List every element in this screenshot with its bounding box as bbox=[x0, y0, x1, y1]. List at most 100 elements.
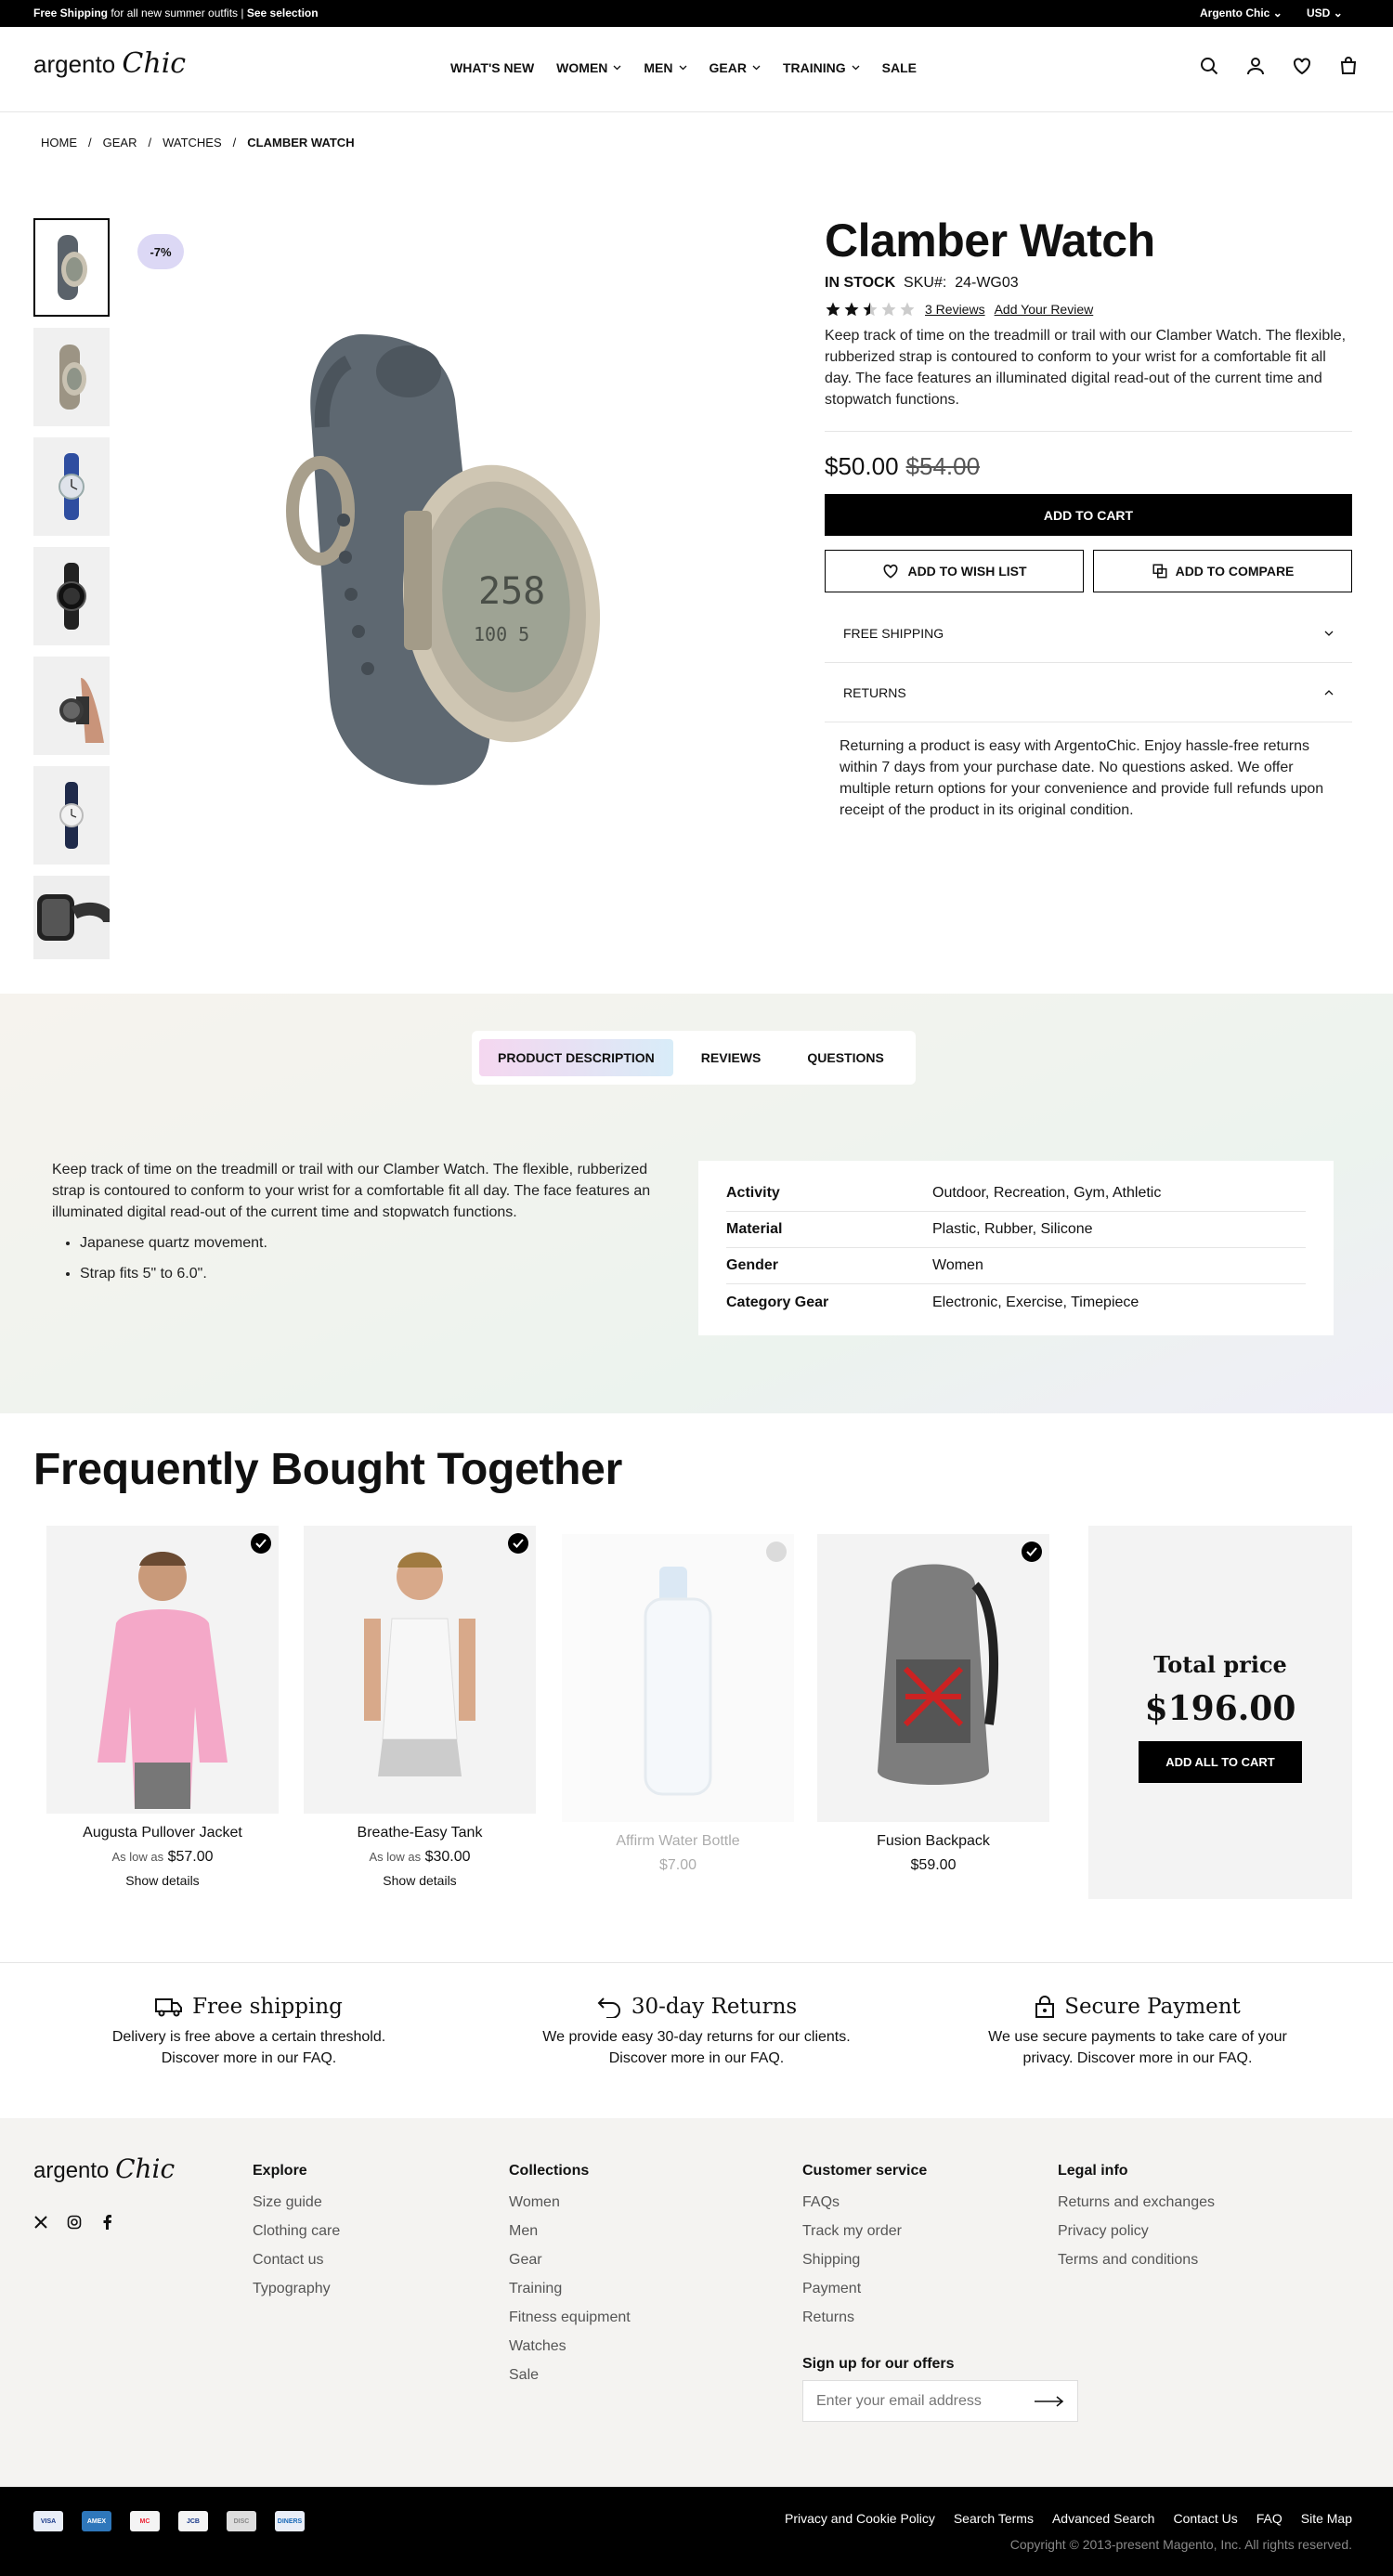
bottom-link[interactable]: Privacy and Cookie Policy bbox=[785, 2511, 935, 2526]
facebook-icon[interactable] bbox=[100, 2215, 115, 2230]
select-checkbox[interactable] bbox=[251, 1533, 271, 1554]
footer-link[interactable]: Women bbox=[509, 2188, 631, 2217]
thumbnail[interactable] bbox=[33, 328, 110, 426]
accordion-returns[interactable]: RETURNS bbox=[825, 663, 1352, 722]
thumbnail[interactable] bbox=[33, 766, 110, 865]
show-details-link[interactable]: Show details bbox=[304, 1873, 536, 1888]
compare-icon bbox=[1152, 564, 1167, 579]
accordion-free-shipping[interactable]: FREE SHIPPING bbox=[825, 604, 1352, 663]
breadcrumb-gear[interactable]: GEAR bbox=[103, 136, 137, 150]
footer-link[interactable]: Gear bbox=[509, 2245, 631, 2274]
footer-link[interactable]: Terms and conditions bbox=[1058, 2245, 1215, 2274]
footer-link[interactable]: Training bbox=[509, 2274, 631, 2303]
select-checkbox[interactable] bbox=[1022, 1542, 1042, 1562]
fbt-item-name[interactable]: Breathe-Easy Tank bbox=[304, 1825, 536, 1841]
search-icon[interactable] bbox=[1198, 55, 1220, 77]
instagram-icon[interactable] bbox=[67, 2215, 82, 2230]
footer-link[interactable]: Shipping bbox=[802, 2245, 927, 2274]
fbt-item[interactable]: Fusion Backpack $59.00 bbox=[817, 1534, 1049, 1874]
breadcrumb-home[interactable]: HOME bbox=[41, 136, 77, 150]
show-details-link[interactable]: Show details bbox=[46, 1873, 279, 1888]
sku-value: 24-WG03 bbox=[955, 275, 1019, 291]
wishlist-heart-icon[interactable] bbox=[1291, 55, 1313, 77]
heart-icon bbox=[883, 564, 898, 579]
stock-sku: IN STOCK SKU#: 24-WG03 bbox=[825, 275, 1019, 291]
footer-link[interactable]: Returns bbox=[802, 2303, 927, 2332]
fbt-item[interactable]: Affirm Water Bottle $7.00 bbox=[562, 1534, 794, 1874]
footer-link[interactable]: Size guide bbox=[253, 2188, 340, 2217]
feature-bullet: Japanese quartz movement. bbox=[80, 1232, 680, 1254]
footer-link[interactable]: Payment bbox=[802, 2274, 927, 2303]
breadcrumb-watches[interactable]: WATCHES bbox=[163, 136, 222, 150]
footer-link[interactable]: Typography bbox=[253, 2274, 340, 2303]
nav-gear[interactable]: GEAR bbox=[710, 60, 761, 75]
newsletter-email-input[interactable] bbox=[816, 2392, 1021, 2410]
currency-switcher[interactable]: USD ⌄ bbox=[1307, 7, 1343, 20]
add-to-wishlist-button[interactable]: ADD TO WISH LIST bbox=[825, 550, 1084, 592]
cart-bag-icon[interactable] bbox=[1337, 55, 1360, 77]
svg-text:100 5: 100 5 bbox=[474, 623, 529, 645]
product-main-image[interactable]: 258 100 5 bbox=[241, 306, 687, 864]
logo[interactable]: argento Chic bbox=[33, 47, 186, 80]
footer-link[interactable]: Returns and exchanges bbox=[1058, 2188, 1215, 2217]
thumbnail[interactable] bbox=[33, 437, 110, 536]
fbt-item-name[interactable]: Augusta Pullover Jacket bbox=[46, 1825, 279, 1841]
add-review-link[interactable]: Add Your Review bbox=[995, 302, 1094, 317]
store-switcher[interactable]: Argento Chic ⌄ bbox=[1200, 7, 1282, 20]
footer-link[interactable]: Clothing care bbox=[253, 2217, 340, 2245]
bottom-link[interactable]: Site Map bbox=[1301, 2511, 1352, 2526]
nav-training[interactable]: TRAINING bbox=[783, 60, 860, 75]
footer-link[interactable]: Track my order bbox=[802, 2217, 927, 2245]
fbt-item[interactable]: Augusta Pullover Jacket As low as $57.00… bbox=[46, 1526, 279, 1888]
service-features: Free shipping Delivery is free above a c… bbox=[0, 1962, 1393, 2118]
star-empty-icon bbox=[900, 302, 915, 317]
fbt-item-name[interactable]: Affirm Water Bottle bbox=[562, 1833, 794, 1850]
newsletter-form bbox=[802, 2380, 1078, 2422]
tab-reviews[interactable]: REVIEWS bbox=[683, 1039, 780, 1076]
thumbnail[interactable] bbox=[33, 218, 110, 317]
add-to-compare-button[interactable]: ADD TO COMPARE bbox=[1093, 550, 1352, 592]
tab-product-description[interactable]: PRODUCT DESCRIPTION bbox=[479, 1039, 673, 1076]
nav-women[interactable]: WOMEN bbox=[556, 60, 621, 75]
feature-bullet: Strap fits 5" to 6.0". bbox=[80, 1263, 680, 1284]
select-checkbox[interactable] bbox=[508, 1533, 528, 1554]
bottom-link[interactable]: Advanced Search bbox=[1052, 2511, 1155, 2526]
tab-questions[interactable]: QUESTIONS bbox=[788, 1039, 902, 1076]
promo-bar: Free Shipping for all new summer outfits… bbox=[0, 0, 1393, 27]
chevron-down-icon: ⌄ bbox=[1272, 7, 1282, 20]
arrow-right-icon[interactable] bbox=[1035, 2395, 1064, 2407]
visa-icon: VISA bbox=[33, 2511, 63, 2531]
footer-link[interactable]: Sale bbox=[509, 2361, 631, 2389]
fbt-item[interactable]: Breathe-Easy Tank As low as $30.00 Show … bbox=[304, 1526, 536, 1888]
old-price: $54.00 bbox=[905, 452, 981, 480]
bottom-link[interactable]: Contact Us bbox=[1173, 2511, 1237, 2526]
thumbnail[interactable] bbox=[33, 547, 110, 645]
select-checkbox[interactable] bbox=[766, 1542, 787, 1562]
return-arrow-icon bbox=[597, 1997, 620, 2018]
nav-sale[interactable]: SALE bbox=[882, 60, 917, 75]
bottom-link[interactable]: FAQ bbox=[1256, 2511, 1282, 2526]
footer-link[interactable]: Privacy policy bbox=[1058, 2217, 1215, 2245]
x-twitter-icon[interactable] bbox=[33, 2215, 48, 2230]
footer-link[interactable]: Men bbox=[509, 2217, 631, 2245]
footer-link[interactable]: Fitness equipment bbox=[509, 2303, 631, 2332]
star-empty-icon bbox=[881, 302, 896, 317]
product-info: Clamber Watch IN STOCK SKU#: 24-WG03 3 R… bbox=[825, 214, 1352, 834]
footer-link[interactable]: Contact us bbox=[253, 2245, 340, 2274]
bottom-link[interactable]: Search Terms bbox=[954, 2511, 1034, 2526]
add-all-to-cart-button[interactable]: ADD ALL TO CART bbox=[1139, 1741, 1302, 1783]
footer-link[interactable]: Watches bbox=[509, 2332, 631, 2361]
footer-link[interactable]: FAQs bbox=[802, 2188, 927, 2217]
account-icon[interactable] bbox=[1244, 55, 1267, 77]
thumbnail[interactable] bbox=[33, 876, 110, 959]
footer-logo[interactable]: argento Chic bbox=[33, 2153, 175, 2184]
reviews-link[interactable]: 3 Reviews bbox=[925, 302, 985, 317]
thumbnail[interactable] bbox=[33, 657, 110, 755]
see-selection-link[interactable]: See selection bbox=[247, 7, 319, 20]
fbt-item-name[interactable]: Fusion Backpack bbox=[817, 1833, 1049, 1850]
add-to-cart-button[interactable]: ADD TO CART bbox=[825, 494, 1352, 536]
site-header: argento Chic WHAT'S NEW WOMEN MEN GEAR T… bbox=[0, 27, 1393, 112]
nav-whats-new[interactable]: WHAT'S NEW bbox=[450, 60, 534, 75]
promo-text: Free Shipping for all new summer outfits… bbox=[33, 7, 319, 20]
nav-men[interactable]: MEN bbox=[644, 60, 686, 75]
